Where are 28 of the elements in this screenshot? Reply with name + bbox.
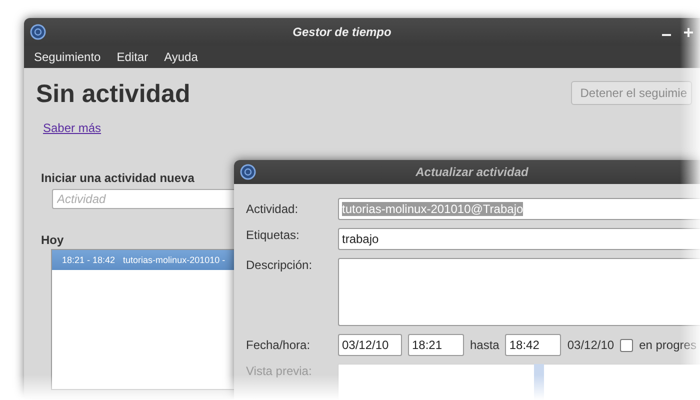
learn-more-link[interactable]: Saber más bbox=[43, 121, 102, 135]
menu-item[interactable]: Seguimiento bbox=[34, 50, 101, 64]
maximize-icon[interactable] bbox=[684, 28, 693, 37]
field-label: Etiquetas: bbox=[246, 228, 300, 242]
menu-item[interactable]: Editar bbox=[116, 50, 148, 64]
app-icon bbox=[240, 164, 256, 180]
checkbox-label: en progres bbox=[639, 338, 696, 352]
menu-item[interactable]: Ayuda bbox=[164, 50, 198, 64]
checkbox[interactable] bbox=[620, 338, 634, 352]
field-label: Vista previa: bbox=[246, 364, 313, 378]
description-field[interactable] bbox=[338, 258, 700, 326]
date-field[interactable]: 03/12/10 bbox=[338, 334, 402, 356]
end-time-field[interactable]: 18:42 bbox=[505, 334, 562, 356]
field-label: Descripción: bbox=[246, 258, 314, 272]
time-range: 18:21 - 18:42 bbox=[62, 255, 116, 265]
tags-field[interactable]: trabajo bbox=[338, 228, 700, 250]
activity-name: tutorias-molinux-201010 - bbox=[123, 255, 226, 265]
start-time-field[interactable]: 18:21 bbox=[408, 334, 464, 356]
window-title: Gestor de tiempo bbox=[292, 25, 392, 39]
dialog-title: Actualizar actividad bbox=[414, 165, 530, 179]
app-icon bbox=[30, 24, 46, 40]
end-date-label: 03/12/10 bbox=[567, 338, 614, 352]
section-heading: Iniciar una actividad nueva bbox=[41, 171, 194, 185]
status-heading: Sin actividad bbox=[36, 80, 190, 109]
field-label: Actividad: bbox=[246, 201, 300, 216]
section-heading: Hoy bbox=[41, 233, 64, 247]
field-label: Fecha/hora: bbox=[246, 337, 312, 352]
until-label: hasta bbox=[470, 338, 500, 352]
